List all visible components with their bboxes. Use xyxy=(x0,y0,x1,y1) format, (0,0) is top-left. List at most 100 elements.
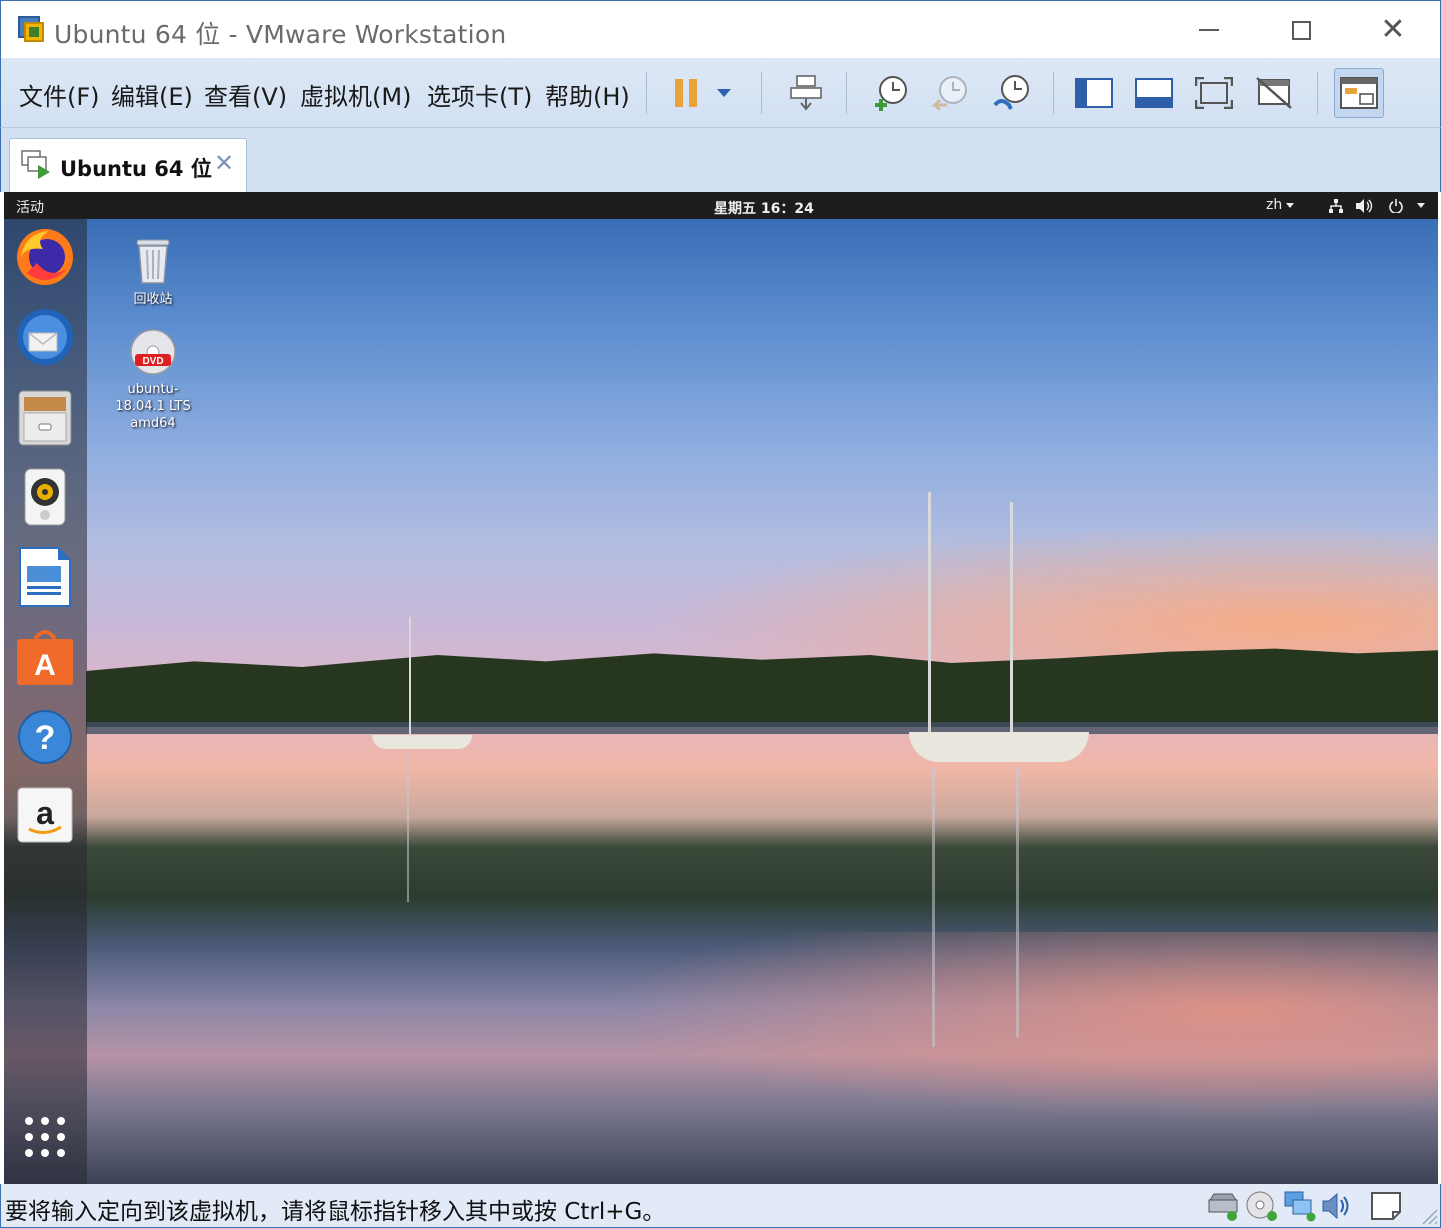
snapshot-manager-button[interactable] xyxy=(986,68,1036,118)
resize-grip-icon[interactable] xyxy=(1419,1206,1439,1226)
files-icon xyxy=(18,390,72,446)
snapshot-take-icon xyxy=(875,76,907,111)
maximize-button[interactable] xyxy=(1255,1,1347,59)
console-view-button[interactable] xyxy=(1334,68,1384,118)
network-icon xyxy=(1329,198,1343,213)
tab-strip: Ubuntu 64 位 ✕ xyxy=(0,128,1441,192)
dock-firefox[interactable] xyxy=(15,227,75,287)
hard-disk-status-button[interactable] xyxy=(1206,1190,1240,1222)
show-applications-icon xyxy=(25,1117,65,1157)
menu-toolbar: 文件(F) 编辑(E) 查看(V) 虚拟机(M) 选项卡(T) 帮助(H) xyxy=(0,58,1441,128)
send-ctrl-alt-del-icon xyxy=(790,75,822,111)
toolbar-separator xyxy=(1317,72,1318,114)
status-bar: 要将输入定向到该虚拟机，请将鼠标指针移入其中或按 Ctrl+G。 xyxy=(0,1184,1441,1228)
tab-close-icon[interactable]: ✕ xyxy=(214,149,234,177)
vm-tab-icon xyxy=(21,150,50,179)
wallpaper-mast xyxy=(409,617,411,737)
dock-thunderbird[interactable] xyxy=(15,307,75,367)
menu-edit[interactable]: 编辑(E) xyxy=(111,77,193,112)
toolbar-separator xyxy=(1053,72,1054,114)
wallpaper-shoreline xyxy=(86,722,1438,734)
chevron-down-icon xyxy=(1417,203,1426,208)
full-screen-icon xyxy=(1195,77,1233,109)
tab-label: Ubuntu 64 位 xyxy=(60,157,212,181)
firefox-icon xyxy=(17,229,73,285)
unity-button[interactable] xyxy=(1249,68,1299,118)
show-library-icon xyxy=(1075,78,1113,108)
ubuntu-dock: A ? a xyxy=(4,219,87,1184)
clock[interactable]: 星期五 16：24 xyxy=(714,198,814,218)
wallpaper-sailboat xyxy=(909,732,1089,762)
revert-snapshot-button[interactable] xyxy=(926,68,976,118)
snapshot-manager-icon xyxy=(993,75,1029,110)
cd-dvd-status-button[interactable] xyxy=(1245,1190,1279,1222)
toolbar-separator xyxy=(846,72,847,114)
svg-text:?: ? xyxy=(35,719,56,757)
dvd-label-line-1: ubuntu- xyxy=(127,382,179,397)
unity-icon xyxy=(1256,77,1292,109)
wallpaper-mast-reflection xyxy=(1016,767,1019,1037)
activities-button[interactable]: 活动 xyxy=(16,197,44,217)
status-message: 要将输入定向到该虚拟机，请将鼠标指针移入其中或按 Ctrl+G。 xyxy=(5,1199,666,1225)
desktop-trash[interactable]: 回收站 xyxy=(108,236,198,308)
dock-help[interactable]: ? xyxy=(15,707,75,767)
trash-icon xyxy=(136,239,170,284)
network-adapter-icon xyxy=(1284,1191,1316,1222)
rhythmbox-icon xyxy=(24,468,66,526)
chevron-down-icon xyxy=(1286,202,1295,208)
vm-display[interactable]: 活动 星期五 16：24 zh A ? a 回收站 DVD ubuntu- 18… xyxy=(4,192,1438,1184)
close-icon: ✕ xyxy=(1380,12,1406,47)
dock-rhythmbox[interactable] xyxy=(15,467,75,527)
menu-vm[interactable]: 虚拟机(M) xyxy=(300,77,411,112)
network-adapter-status-button[interactable] xyxy=(1283,1190,1317,1222)
wallpaper-sailboat xyxy=(372,735,472,749)
menu-tabs[interactable]: 选项卡(T) xyxy=(427,77,532,112)
volume-icon xyxy=(1355,198,1372,213)
libreoffice-writer-icon xyxy=(19,547,71,607)
vmware-logo-icon xyxy=(18,16,46,44)
gnome-top-bar: 活动 星期五 16：24 zh xyxy=(4,192,1438,219)
language-label: zh xyxy=(1266,197,1283,213)
show-library-button[interactable] xyxy=(1069,68,1119,118)
dvd-disc-icon: DVD xyxy=(130,329,176,375)
thumbnail-bar-button[interactable] xyxy=(1129,68,1179,118)
dock-ubuntu-software[interactable]: A xyxy=(15,627,75,687)
snapshot-revert-icon xyxy=(931,76,967,112)
message-log-button[interactable] xyxy=(1369,1190,1403,1222)
input-language-menu[interactable]: zh xyxy=(1266,197,1295,213)
tab-ubuntu[interactable]: Ubuntu 64 位 ✕ xyxy=(9,138,247,192)
toolbar-separator xyxy=(646,72,647,114)
wallpaper-mast-reflection xyxy=(407,752,409,902)
menu-file[interactable]: 文件(F) xyxy=(19,77,100,112)
power-dropdown-button[interactable] xyxy=(704,68,744,118)
power-icon xyxy=(1388,198,1403,214)
menu-help[interactable]: 帮助(H) xyxy=(545,77,630,112)
amazon-icon: a xyxy=(17,787,73,843)
minimize-button[interactable] xyxy=(1163,1,1255,59)
message-log-icon xyxy=(1371,1192,1401,1220)
menu-view[interactable]: 查看(V) xyxy=(204,77,287,112)
wallpaper-mast xyxy=(928,492,931,732)
desktop-ubuntu-dvd[interactable]: DVD ubuntu- 18.04.1 LTS amd64 xyxy=(108,328,198,432)
wallpaper-water-reflection xyxy=(604,932,1438,1122)
wallpaper-mast xyxy=(1010,502,1013,732)
show-applications-button[interactable] xyxy=(15,1107,75,1167)
close-button[interactable]: ✕ xyxy=(1347,1,1439,59)
dock-amazon[interactable]: a xyxy=(15,785,75,845)
dock-libreoffice-writer[interactable] xyxy=(15,547,75,607)
sound-card-icon xyxy=(1322,1192,1349,1220)
sound-card-status-button[interactable] xyxy=(1319,1190,1353,1222)
take-snapshot-button[interactable] xyxy=(866,68,916,118)
pause-icon xyxy=(672,79,700,107)
send-ctrl-alt-del-button[interactable] xyxy=(781,68,831,118)
thunderbird-icon xyxy=(17,309,73,365)
dvd-label-line-2: 18.04.1 LTS xyxy=(115,399,191,414)
wallpaper-mast-reflection xyxy=(932,767,935,1047)
system-menu[interactable] xyxy=(1329,196,1426,214)
thumbnail-bar-icon xyxy=(1135,78,1173,108)
dock-files[interactable] xyxy=(15,387,75,447)
toolbar-separator xyxy=(761,72,762,114)
full-screen-button[interactable] xyxy=(1189,68,1239,118)
svg-text:DVD: DVD xyxy=(142,356,163,367)
hard-disk-icon xyxy=(1208,1193,1238,1221)
